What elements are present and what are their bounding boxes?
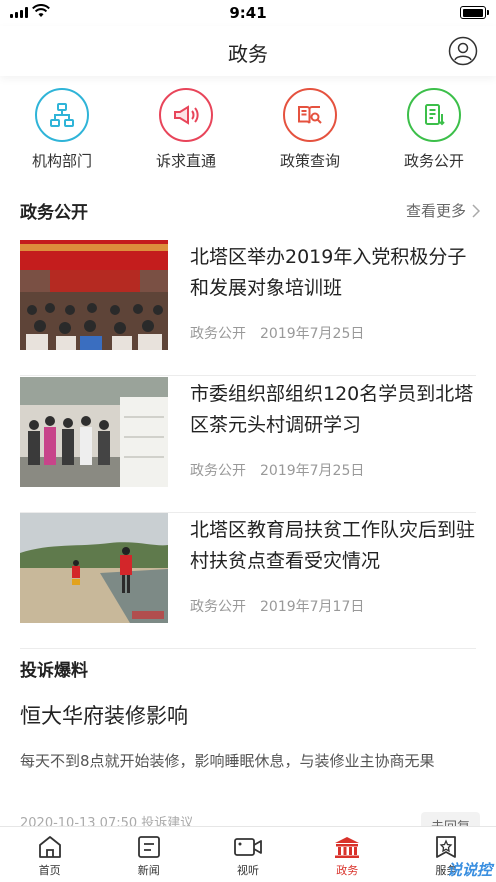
tab-label: 政务 <box>336 864 359 877</box>
news-date: 2019年7月25日 <box>260 463 365 479</box>
home-icon <box>38 836 61 858</box>
nav-bar: 政务 <box>0 26 496 76</box>
complaint-title: 恒大华府装修影响 <box>20 704 188 728</box>
quick-links: 机构部门 诉求直通 政策查询 政务公开 <box>0 88 496 183</box>
news-meta: 政务公开 2019年7月25日 <box>190 460 364 480</box>
service-badge-icon <box>436 836 457 858</box>
quick-link-label: 诉求直通 <box>155 152 216 170</box>
news-date: 2019年7月25日 <box>260 326 365 342</box>
news-thumbnail <box>20 513 168 623</box>
quick-link-appeals[interactable]: 诉求直通 <box>124 88 248 183</box>
complaint-body: 每天不到8点就开始装修，影响睡眠休息，与装修业主协商无果 <box>20 752 435 770</box>
quick-link-label: 政策查询 <box>279 152 340 170</box>
tab-label: 首页 <box>38 864 61 877</box>
news-title: 市委组织部组织120名学员到北塔区茶元头村调研学习 <box>190 383 474 436</box>
megaphone-icon <box>159 88 213 142</box>
complaint-card[interactable]: 恒大华府装修影响 每天不到8点就开始装修，影响睡眠休息，与装修业主协商无果 <box>20 700 480 774</box>
gov-section-header: 政务公开 查看更多 <box>20 198 480 223</box>
news-thumbnail <box>20 240 168 350</box>
page-title: 政务 <box>228 42 268 66</box>
news-item[interactable]: 北塔区举办2019年入党积极分子和发展对象培训班 政务公开 2019年7月25日 <box>20 240 476 376</box>
quick-link-label: 机构部门 <box>31 152 92 170</box>
tab-bar: 首页 新闻 视听 政务 服务 说说控 <box>0 826 496 882</box>
battery-icon <box>460 6 489 19</box>
view-more-link[interactable]: 查看更多 <box>406 200 480 221</box>
news-icon <box>137 836 160 858</box>
quick-link-label: 政务公开 <box>403 152 464 170</box>
news-source: 政务公开 <box>190 326 246 342</box>
tab-home[interactable]: 首页 <box>0 827 99 882</box>
video-camera-icon <box>234 838 262 856</box>
org-chart-icon <box>35 88 89 142</box>
chevron-right-icon <box>472 203 480 218</box>
news-title: 北塔区举办2019年入党积极分子和发展对象培训班 <box>190 246 467 299</box>
status-time: 9:41 <box>229 4 267 22</box>
complaint-section-header: 投诉爆料 <box>20 656 480 681</box>
document-icon <box>407 88 461 142</box>
view-more-label: 查看更多 <box>405 202 466 220</box>
news-thumbnail <box>20 377 168 487</box>
section-title: 政务公开 <box>20 203 88 223</box>
government-building-icon <box>335 837 360 858</box>
news-source: 政务公开 <box>190 463 246 479</box>
tab-video[interactable]: 视听 <box>198 827 297 882</box>
tab-label: 新闻 <box>137 864 160 877</box>
quick-link-departments[interactable]: 机构部门 <box>0 88 124 183</box>
tab-news[interactable]: 新闻 <box>99 827 198 882</box>
news-title: 北塔区教育局扶贫工作队灾后到驻村扶贫点查看受灾情况 <box>190 519 476 572</box>
news-date: 2019年7月17日 <box>260 599 365 615</box>
news-item[interactable]: 北塔区教育局扶贫工作队灾后到驻村扶贫点查看受灾情况 政务公开 2019年7月17日 <box>20 513 476 649</box>
news-meta: 政务公开 2019年7月25日 <box>190 323 364 343</box>
book-search-icon <box>283 88 337 142</box>
tab-gov[interactable]: 政务 <box>298 827 397 882</box>
user-profile-icon[interactable] <box>448 36 478 66</box>
news-item[interactable]: 市委组织部组织120名学员到北塔区茶元头村调研学习 政务公开 2019年7月25日 <box>20 377 476 513</box>
quick-link-gov-affairs[interactable]: 政务公开 <box>372 88 496 183</box>
status-bar: 9:41 <box>0 0 496 26</box>
tab-label: 视听 <box>237 864 259 877</box>
watermark-logo: 说说控 <box>446 861 492 879</box>
news-meta: 政务公开 2019年7月17日 <box>190 596 364 616</box>
section-title: 投诉爆料 <box>20 661 88 681</box>
quick-link-policy-search[interactable]: 政策查询 <box>248 88 372 183</box>
news-source: 政务公开 <box>190 599 246 615</box>
